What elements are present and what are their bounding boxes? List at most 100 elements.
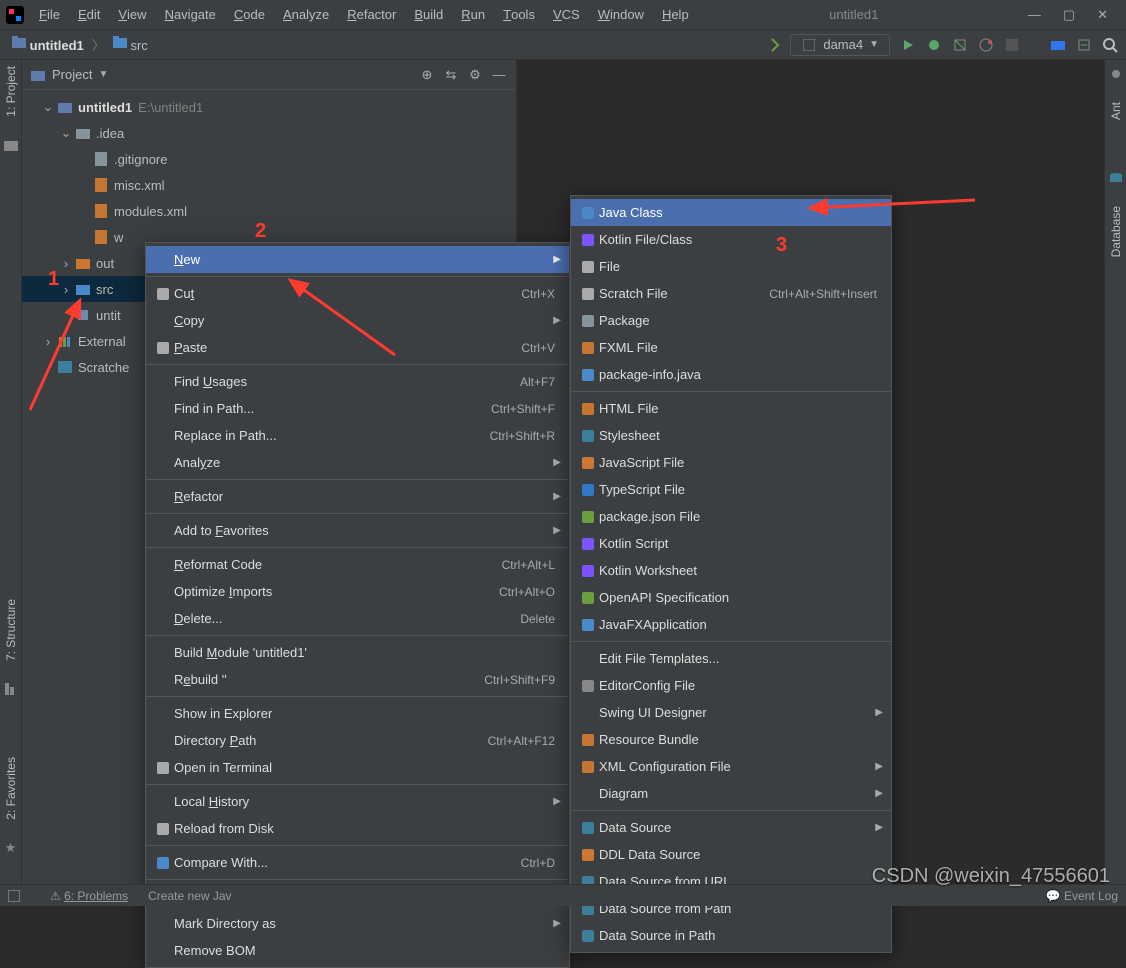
menu-navigate[interactable]: Navigate	[156, 0, 225, 29]
menu-item-resource-bundle[interactable]: Resource Bundle	[571, 726, 891, 753]
context-menu-new[interactable]: Java ClassKotlin File/ClassFileScratch F…	[570, 195, 892, 953]
build-icon[interactable]	[764, 37, 780, 53]
chevron-down-icon[interactable]: ▼	[98, 69, 108, 80]
menu-item-add-to-favorites[interactable]: Add to Favorites▶	[146, 517, 569, 544]
tree-root[interactable]: ⌄untitled1E:\untitled1	[22, 94, 516, 120]
menu-item-edit-file-templates-[interactable]: Edit File Templates...	[571, 645, 891, 672]
menu-item-package-json-file[interactable]: package.json File	[571, 503, 891, 530]
event-log[interactable]: 💬 Event Log	[1046, 889, 1118, 903]
tab-structure[interactable]: 7: Structure	[4, 599, 18, 661]
run-icon[interactable]	[900, 37, 916, 53]
menu-item-package[interactable]: Package	[571, 307, 891, 334]
menu-item-javafxapplication[interactable]: JavaFXApplication	[571, 611, 891, 638]
maximize-icon[interactable]: ▢	[1063, 7, 1075, 23]
menu-item-open-in-terminal[interactable]: Open in Terminal	[146, 754, 569, 781]
tab-ant[interactable]: Ant	[1109, 102, 1123, 120]
menu-item-typescript-file[interactable]: TypeScript File	[571, 476, 891, 503]
menu-item-openapi-specification[interactable]: OpenAPI Specification	[571, 584, 891, 611]
database-icon[interactable]	[1108, 170, 1124, 186]
gear-icon[interactable]: ⚙	[466, 66, 484, 84]
menu-item-data-source[interactable]: Data Source▶	[571, 814, 891, 841]
menu-item-html-file[interactable]: HTML File	[571, 395, 891, 422]
menu-item-paste[interactable]: PasteCtrl+V	[146, 334, 569, 361]
tree-file[interactable]: .gitignore	[22, 146, 516, 172]
menu-refactor[interactable]: Refactor	[338, 0, 405, 29]
locate-icon[interactable]: ⊕	[418, 66, 436, 84]
coverage-icon[interactable]	[952, 37, 968, 53]
git-icon[interactable]	[1050, 37, 1066, 53]
profiler-icon[interactable]	[978, 37, 994, 53]
structure-icon[interactable]	[3, 681, 19, 697]
menu-item-xml-configuration-file[interactable]: XML Configuration File▶	[571, 753, 891, 780]
menu-item-reload-from-disk[interactable]: Reload from Disk	[146, 815, 569, 842]
context-menu-main[interactable]: New▶CutCtrl+XCopy▶PasteCtrl+VFind Usages…	[145, 242, 570, 968]
menu-item-fxml-file[interactable]: FXML File	[571, 334, 891, 361]
menu-item-java-class[interactable]: Java Class	[571, 199, 891, 226]
menu-item-kotlin-file-class[interactable]: Kotlin File/Class	[571, 226, 891, 253]
tab-favorites[interactable]: 2: Favorites	[4, 757, 18, 820]
menu-item-kotlin-script[interactable]: Kotlin Script	[571, 530, 891, 557]
menu-item-mark-directory-as[interactable]: Mark Directory as▶	[146, 910, 569, 937]
menu-item-diagram[interactable]: Diagram▶	[571, 780, 891, 807]
menu-item-file[interactable]: File	[571, 253, 891, 280]
stop-icon[interactable]	[1004, 37, 1020, 53]
problems-tab[interactable]: ⚠ 6: Problems	[50, 889, 128, 903]
menu-item-copy[interactable]: Copy▶	[146, 307, 569, 334]
debug-icon[interactable]	[926, 37, 942, 53]
menu-item-refactor[interactable]: Refactor▶	[146, 483, 569, 510]
menu-edit[interactable]: Edit	[69, 0, 109, 29]
menu-code[interactable]: Code	[225, 0, 274, 29]
menu-item-editorconfig-file[interactable]: EditorConfig File	[571, 672, 891, 699]
menu-item-package-info-java[interactable]: package-info.java	[571, 361, 891, 388]
menu-item-remove-bom[interactable]: Remove BOM	[146, 937, 569, 964]
window-controls[interactable]: — ▢ ✕	[1010, 0, 1126, 29]
tree-file[interactable]: misc.xml	[22, 172, 516, 198]
menu-view[interactable]: View	[109, 0, 155, 29]
menu-build[interactable]: Build	[405, 0, 452, 29]
menu-item-reformat-code[interactable]: Reformat CodeCtrl+Alt+L	[146, 551, 569, 578]
close-icon[interactable]: ✕	[1097, 7, 1108, 23]
minimize-icon[interactable]: —	[1028, 7, 1041, 22]
tab-project[interactable]: 1: Project	[4, 66, 18, 117]
menu-item-compare-with-[interactable]: Compare With...Ctrl+D	[146, 849, 569, 876]
menu-item-show-in-explorer[interactable]: Show in Explorer	[146, 700, 569, 727]
left-tool-stripe[interactable]: 1: Project 7: Structure 2: Favorites ★	[0, 60, 22, 884]
breadcrumb[interactable]: untitled1 〉 src	[8, 34, 152, 55]
menu-item-cut[interactable]: CutCtrl+X	[146, 280, 569, 307]
menu-item-stylesheet[interactable]: Stylesheet	[571, 422, 891, 449]
menu-tools[interactable]: Tools	[494, 0, 544, 29]
menu-item-rebuild-default-[interactable]: Rebuild ''Ctrl+Shift+F9	[146, 666, 569, 693]
menu-item-directory-path[interactable]: Directory PathCtrl+Alt+F12	[146, 727, 569, 754]
menu-bar[interactable]: FileEditViewNavigateCodeAnalyzeRefactorB…	[30, 0, 698, 29]
breadcrumb-root[interactable]: untitled1	[8, 34, 88, 55]
update-icon[interactable]	[1076, 37, 1092, 53]
menu-item-data-source-in-path[interactable]: Data Source in Path	[571, 922, 891, 949]
tree-idea[interactable]: ⌄.idea	[22, 120, 516, 146]
menu-run[interactable]: Run	[452, 0, 494, 29]
menu-item-analyze[interactable]: Analyze▶	[146, 449, 569, 476]
right-tool-stripe[interactable]: Ant Database	[1104, 60, 1126, 884]
project-view-icon[interactable]	[30, 67, 46, 83]
hide-icon[interactable]: —	[490, 66, 508, 84]
breadcrumb-src[interactable]: src	[109, 34, 152, 55]
tab-database[interactable]: Database	[1109, 206, 1123, 257]
menu-window[interactable]: Window	[589, 0, 653, 29]
menu-item-kotlin-worksheet[interactable]: Kotlin Worksheet	[571, 557, 891, 584]
menu-item-javascript-file[interactable]: JavaScript File	[571, 449, 891, 476]
folder-icon[interactable]	[3, 137, 19, 153]
ant-icon[interactable]	[1108, 66, 1124, 82]
menu-file[interactable]: File	[30, 0, 69, 29]
menu-analyze[interactable]: Analyze	[274, 0, 338, 29]
menu-item-swing-ui-designer[interactable]: Swing UI Designer▶	[571, 699, 891, 726]
menu-item-scratch-file[interactable]: Scratch FileCtrl+Alt+Shift+Insert	[571, 280, 891, 307]
panel-title[interactable]: Project	[52, 67, 92, 82]
menu-item-ddl-data-source[interactable]: DDL Data Source	[571, 841, 891, 868]
run-config-selector[interactable]: dama4 ▼	[790, 34, 890, 56]
menu-item-find-in-path-[interactable]: Find in Path...Ctrl+Shift+F	[146, 395, 569, 422]
menu-item-local-history[interactable]: Local History▶	[146, 788, 569, 815]
expand-icon[interactable]: ⇆	[442, 66, 460, 84]
search-icon[interactable]	[1102, 37, 1118, 53]
menu-vcs[interactable]: VCS	[544, 0, 589, 29]
menu-item-find-usages[interactable]: Find UsagesAlt+F7	[146, 368, 569, 395]
star-icon[interactable]: ★	[3, 840, 19, 856]
